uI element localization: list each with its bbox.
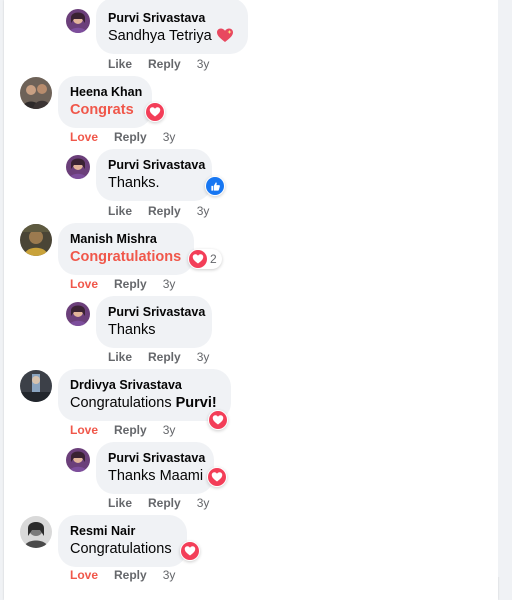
reply-action[interactable]: Reply bbox=[148, 57, 181, 71]
like-action[interactable]: Like bbox=[108, 496, 132, 510]
comment-actions: Love Reply 3y bbox=[70, 277, 191, 291]
comment-actions: Love Reply 3y bbox=[70, 130, 191, 144]
scrollbar[interactable] bbox=[498, 0, 512, 577]
love-reaction-icon bbox=[146, 103, 164, 121]
comment-actions: Like Reply 3y bbox=[108, 350, 225, 364]
comment-bubble: Purvi Srivastava Thanks. bbox=[96, 149, 212, 201]
love-reaction-icon bbox=[209, 411, 227, 429]
comment-bubble: Purvi Srivastava Sandhya Tetriya bbox=[96, 0, 248, 54]
avatar[interactable] bbox=[66, 9, 90, 33]
avatar[interactable] bbox=[66, 155, 90, 179]
comment-bubble: Purvi Srivastava Thanks bbox=[96, 296, 212, 348]
reply-action[interactable]: Reply bbox=[148, 496, 181, 510]
comment-actions: Like Reply 3y bbox=[108, 496, 225, 510]
avatar[interactable] bbox=[20, 77, 52, 109]
comment-author[interactable]: Purvi Srivastava bbox=[108, 10, 236, 26]
comment-actions: Love Reply 3y bbox=[70, 423, 191, 437]
reaction-summary[interactable] bbox=[207, 467, 227, 487]
comment-bubble: Heena Khan Congrats bbox=[58, 76, 152, 128]
avatar[interactable] bbox=[20, 224, 52, 256]
comment-age[interactable]: 3y bbox=[197, 57, 210, 71]
love-reaction-icon bbox=[189, 250, 207, 268]
reply-action[interactable]: Reply bbox=[148, 350, 181, 364]
comment-age[interactable]: 3y bbox=[163, 277, 176, 291]
avatar[interactable] bbox=[66, 302, 90, 326]
comment-text: Thanks Maami bbox=[108, 468, 204, 484]
comment-bubble: Purvi Srivastava Thanks Maami bbox=[96, 442, 214, 494]
comment-author[interactable]: Purvi Srivastava bbox=[108, 157, 205, 173]
comment-text: Congratulations bbox=[70, 249, 182, 265]
comment-author[interactable]: Manish Mishra bbox=[70, 231, 182, 247]
comment-bubble: Manish Mishra Congratulations bbox=[58, 223, 194, 275]
sparkling-heart-icon bbox=[216, 28, 233, 42]
like-action[interactable]: Like bbox=[108, 204, 132, 218]
love-action[interactable]: Love bbox=[70, 568, 98, 582]
comment-bubble: Drdivya Srivastava Congratulations Purvi… bbox=[58, 369, 231, 421]
avatar[interactable] bbox=[66, 448, 90, 472]
comment-age[interactable]: 3y bbox=[163, 568, 176, 582]
comment-age[interactable]: 3y bbox=[197, 204, 210, 218]
comment-author[interactable]: Drdivya Srivastava bbox=[70, 377, 219, 393]
like-reaction-icon bbox=[206, 177, 224, 195]
comment-bubble: Resmi Nair Congratulations bbox=[58, 515, 187, 567]
comment-author[interactable]: Resmi Nair bbox=[70, 523, 175, 539]
comment-author[interactable]: Heena Khan bbox=[70, 84, 142, 100]
comment-text-value: Sandhya Tetriya bbox=[108, 28, 212, 44]
comment-text: Congratulations Purvi! bbox=[70, 393, 219, 413]
comment-text: Congrats bbox=[70, 102, 134, 118]
comment-text: Sandhya Tetriya bbox=[108, 26, 236, 46]
comment-age[interactable]: 3y bbox=[163, 130, 176, 144]
comment-text: Thanks bbox=[108, 322, 156, 338]
reply-action[interactable]: Reply bbox=[148, 204, 181, 218]
reply-action[interactable]: Reply bbox=[114, 277, 147, 291]
comment-age[interactable]: 3y bbox=[197, 350, 210, 364]
comment-actions: Love Reply 3y bbox=[70, 568, 191, 582]
love-action[interactable]: Love bbox=[70, 130, 98, 144]
love-action[interactable]: Love bbox=[70, 277, 98, 291]
reply-action[interactable]: Reply bbox=[114, 130, 147, 144]
mention-link[interactable]: Purvi! bbox=[176, 395, 217, 411]
love-reaction-icon bbox=[181, 542, 199, 560]
reply-action[interactable]: Reply bbox=[114, 568, 147, 582]
comment-author[interactable]: Purvi Srivastava bbox=[108, 450, 205, 466]
reaction-summary[interactable]: 2 bbox=[188, 249, 222, 269]
reaction-summary[interactable] bbox=[145, 102, 165, 122]
love-action[interactable]: Love bbox=[70, 423, 98, 437]
comment-actions: Like Reply 3y bbox=[108, 57, 225, 71]
avatar[interactable] bbox=[20, 370, 52, 402]
comment-text: Thanks. bbox=[108, 175, 160, 191]
reply-action[interactable]: Reply bbox=[114, 423, 147, 437]
comment-author[interactable]: Purvi Srivastava bbox=[108, 304, 205, 320]
like-action[interactable]: Like bbox=[108, 350, 132, 364]
comment-actions: Like Reply 3y bbox=[108, 204, 225, 218]
comment-age[interactable]: 3y bbox=[197, 496, 210, 510]
reaction-count: 2 bbox=[210, 252, 217, 266]
reaction-summary[interactable] bbox=[180, 541, 200, 561]
avatar[interactable] bbox=[20, 516, 52, 548]
reaction-summary[interactable] bbox=[208, 410, 228, 430]
comment-text-value: Congratulations bbox=[70, 395, 176, 411]
like-action[interactable]: Like bbox=[108, 57, 132, 71]
love-reaction-icon bbox=[208, 468, 226, 486]
comment-text: Congratulations bbox=[70, 541, 172, 557]
reaction-summary[interactable] bbox=[205, 176, 225, 196]
comment-age[interactable]: 3y bbox=[163, 423, 176, 437]
